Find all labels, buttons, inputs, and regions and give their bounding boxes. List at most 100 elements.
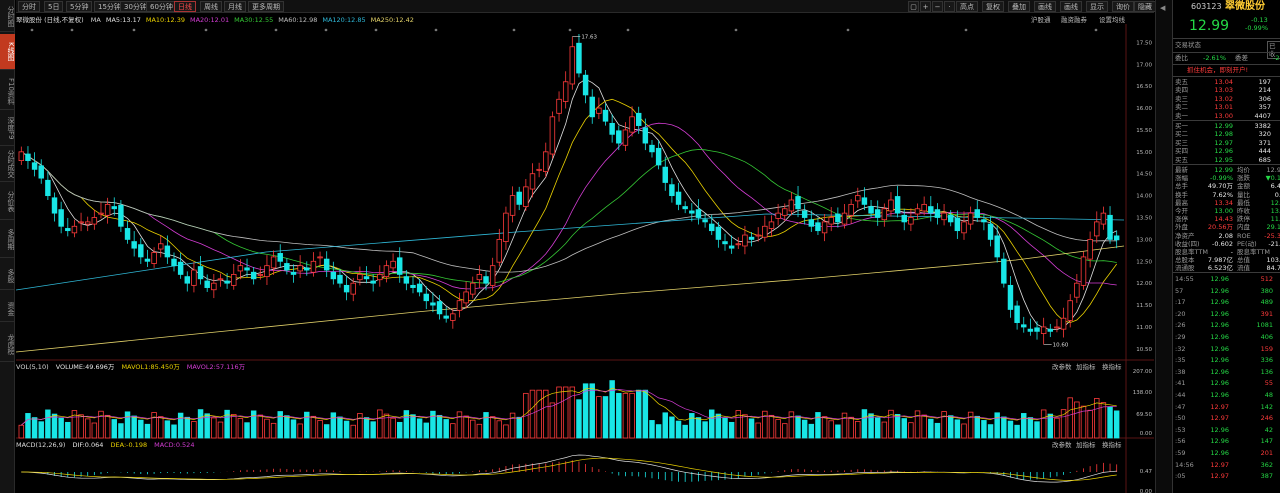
volume-bar: [682, 424, 688, 439]
event-marker-icon: *: [325, 28, 328, 35]
vol-swap-indicator[interactable]: 换指标: [1102, 362, 1122, 372]
tick-volume: 387: [1260, 472, 1273, 481]
plus-icon[interactable]: +: [920, 1, 931, 12]
tab-f10[interactable]: F10资料: [0, 74, 15, 110]
period-monthly[interactable]: 月线: [224, 1, 246, 12]
macd-edit-params[interactable]: 改参数: [1052, 440, 1072, 450]
volume-bar: [848, 416, 854, 439]
period-daily[interactable]: 日线: [174, 1, 196, 12]
tick-time: 57: [1175, 286, 1184, 295]
tick-row: :59 12.96 201: [1173, 449, 1280, 457]
period-minute[interactable]: 分时: [18, 1, 40, 12]
tab-dragon-tiger[interactable]: 龙虎榜: [0, 328, 15, 362]
tab-price-table[interactable]: 分价表: [0, 184, 15, 220]
bid-label: 买五: [1175, 155, 1188, 164]
promo-link[interactable]: 抓住机会，即刻开户!: [1187, 66, 1248, 74]
volume-bar: [363, 417, 370, 439]
collapse-strip[interactable]: ◀: [1155, 0, 1172, 493]
volume-bar: [377, 409, 383, 439]
candle-body: [177, 261, 184, 275]
vol-axis-label: 207.00: [1133, 369, 1153, 375]
volume-bar: [443, 419, 449, 439]
ma-legend-item: MA20:12.01: [189, 16, 230, 24]
candle-body: [635, 112, 642, 126]
collapse-arrow-icon[interactable]: ◀: [1160, 4, 1165, 12]
margin-tab[interactable]: 融资融券: [1061, 15, 1087, 25]
tab-multi-period[interactable]: 多周期: [0, 222, 15, 258]
ask-label: 卖五: [1175, 78, 1188, 86]
candle-body: [523, 186, 529, 207]
tick-price: 12.97: [1210, 472, 1229, 481]
volume-bar: [1074, 401, 1080, 439]
volume-bar: [755, 422, 761, 439]
dot-icon[interactable]: ·: [944, 1, 955, 12]
tick-time: :59: [1175, 449, 1186, 457]
candle-body: [855, 195, 861, 202]
macd-swap-indicator[interactable]: 换指标: [1102, 440, 1122, 450]
volume-bar: [470, 419, 476, 439]
tab-kline[interactable]: K线图: [0, 34, 15, 70]
tick-row: :53 12.96 42: [1173, 426, 1280, 434]
square-icon[interactable]: ▢: [908, 1, 919, 12]
volume-bar: [343, 420, 350, 439]
event-marker-icon: *: [205, 28, 208, 35]
draw-button[interactable]: 画线: [1034, 1, 1056, 12]
hk-connect-tab[interactable]: 沪股通: [1031, 15, 1051, 25]
candle-body: [894, 196, 901, 214]
period-5day[interactable]: 5日: [44, 1, 64, 12]
candle-body: [702, 219, 708, 223]
period-5min[interactable]: 5分钟: [66, 1, 93, 12]
period-more[interactable]: 更多周期: [248, 1, 284, 12]
vol-edit-params[interactable]: 改参数: [1052, 362, 1072, 372]
candle-body: [191, 269, 197, 286]
candle-body: [377, 274, 383, 281]
tab-funds[interactable]: 资金: [0, 296, 15, 322]
stat-value: 29.1: [1266, 223, 1280, 232]
tab-multi-stock[interactable]: 多股: [0, 262, 15, 290]
inquiry-button[interactable]: 询价: [1112, 1, 1134, 12]
chart-area[interactable]: 17.50 17.00 16.50 16.00 15.50 15.00 14.50 14.00…: [16, 14, 1154, 493]
volume-bar: [768, 414, 775, 439]
draw-line-button[interactable]: 画线: [1060, 1, 1082, 12]
period-weekly[interactable]: 周线: [200, 1, 222, 12]
kline-canvas[interactable]: 17.50 17.00 16.50 16.00 15.50 15.00 14.50 14.00…: [16, 14, 1154, 493]
volume-bar: [821, 416, 828, 439]
minus-icon[interactable]: −: [932, 1, 943, 12]
candle-body: [124, 228, 131, 240]
vol-add-indicator[interactable]: 加指标: [1076, 362, 1096, 372]
volume-bar: [323, 424, 330, 439]
candle-body: [954, 217, 961, 232]
ma-settings-tab[interactable]: 设置均线: [1099, 15, 1125, 25]
candle-body: [65, 228, 71, 232]
volume-bar: [350, 424, 356, 439]
macd-add-indicator[interactable]: 加指标: [1076, 440, 1096, 450]
volume-bar: [51, 413, 58, 439]
candle-body: [609, 122, 615, 135]
candle-body: [808, 219, 815, 227]
tick-row: :44 12.96 48: [1173, 391, 1280, 399]
tick-time: :17: [1175, 298, 1186, 307]
volume-bar: [742, 414, 748, 439]
stat-label: 金额: [1237, 182, 1250, 191]
display-button[interactable]: 显示: [1086, 1, 1108, 12]
adjust-button[interactable]: 复权: [982, 1, 1004, 12]
volume-bar: [702, 421, 708, 439]
high-point-button[interactable]: 高点: [956, 1, 978, 12]
event-marker-icon: *: [513, 28, 516, 35]
period-60min[interactable]: 60分钟: [146, 1, 177, 12]
stat-value: 14.43: [1214, 215, 1233, 224]
tick-time: :26: [1175, 321, 1186, 330]
ask-label: 卖二: [1175, 103, 1188, 112]
candle-body: [689, 210, 695, 214]
volume-bar: [177, 412, 184, 439]
ask-label: 卖一: [1175, 111, 1188, 120]
overlay-button[interactable]: 叠加: [1008, 1, 1030, 12]
candle-body: [788, 199, 795, 212]
tab-trades[interactable]: 分时成交: [0, 146, 15, 182]
tab-timeshare[interactable]: 分时图: [0, 2, 15, 32]
hide-button[interactable]: 隐藏: [1134, 1, 1156, 12]
candle-body: [270, 256, 277, 269]
tab-depth[interactable]: 深度F9: [0, 112, 15, 146]
candle-body: [742, 234, 748, 247]
volume-bar: [151, 412, 157, 439]
